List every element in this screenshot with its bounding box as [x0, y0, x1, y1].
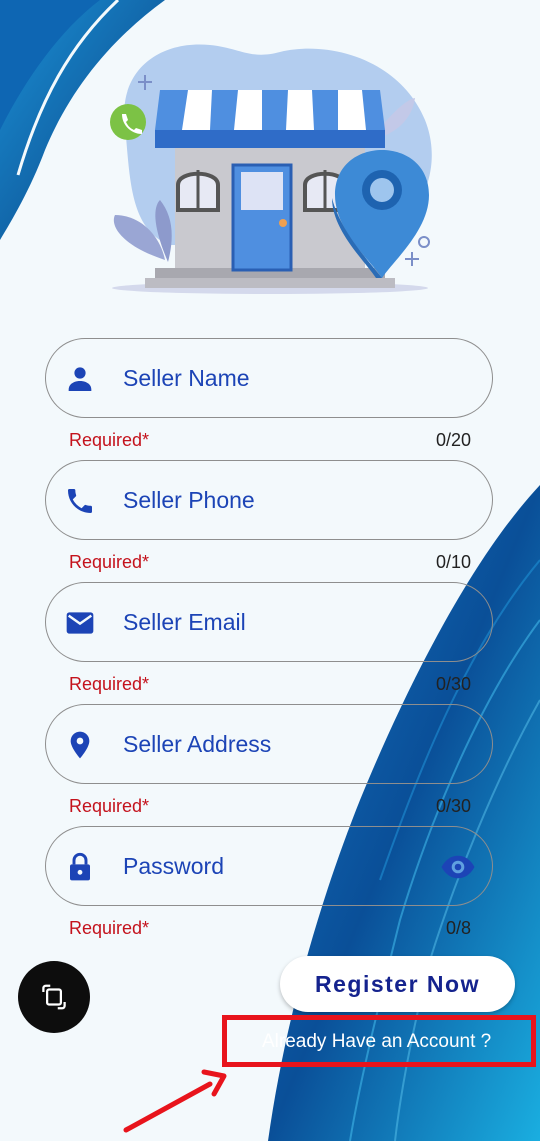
- seller-address-helper: Required* 0/30: [69, 796, 471, 818]
- seller-email-label: Seller Email: [123, 609, 246, 635]
- seller-phone-label: Seller Phone: [123, 487, 255, 513]
- char-counter: 0/30: [435, 796, 471, 816]
- seller-name-helper: Required* 0/20: [69, 430, 471, 452]
- screen-rotate-icon: [42, 984, 66, 1010]
- required-text: Required*: [69, 552, 150, 572]
- seller-name-label: Seller Name: [123, 365, 250, 391]
- seller-address-field[interactable]: Seller Address: [45, 704, 493, 784]
- seller-name-field[interactable]: Seller Name: [45, 338, 493, 418]
- password-field[interactable]: Password: [45, 826, 493, 906]
- register-now-button[interactable]: Register Now: [280, 956, 515, 1012]
- required-text: Required*: [69, 674, 150, 694]
- phone-icon: [68, 489, 92, 513]
- char-counter: 0/10: [435, 552, 471, 572]
- required-text: Required*: [69, 918, 150, 938]
- email-icon: [66, 612, 94, 634]
- rotate-screen-button[interactable]: [18, 961, 90, 1033]
- lock-icon: [70, 852, 90, 881]
- char-counter: 0/30: [435, 674, 471, 694]
- annotation-arrow-icon: [123, 1069, 227, 1133]
- password-label: Password: [123, 853, 224, 879]
- required-text: Required*: [69, 796, 150, 816]
- password-helper: Required* 0/8: [69, 918, 471, 940]
- eye-icon[interactable]: [440, 853, 476, 881]
- seller-address-label: Seller Address: [123, 731, 272, 757]
- store-illustration: [110, 44, 432, 294]
- seller-phone-field[interactable]: Seller Phone: [45, 460, 493, 540]
- required-text: Required*: [69, 430, 150, 450]
- seller-phone-helper: Required* 0/10: [69, 552, 471, 574]
- seller-email-helper: Required* 0/30: [69, 674, 471, 696]
- char-counter: 0/20: [435, 430, 471, 450]
- already-have-account-link[interactable]: Already Have an Account ?: [262, 1031, 491, 1053]
- person-icon: [68, 367, 92, 391]
- char-counter: 0/8: [445, 918, 471, 938]
- seller-email-field[interactable]: Seller Email: [45, 582, 493, 662]
- location-pin-icon: [70, 731, 90, 759]
